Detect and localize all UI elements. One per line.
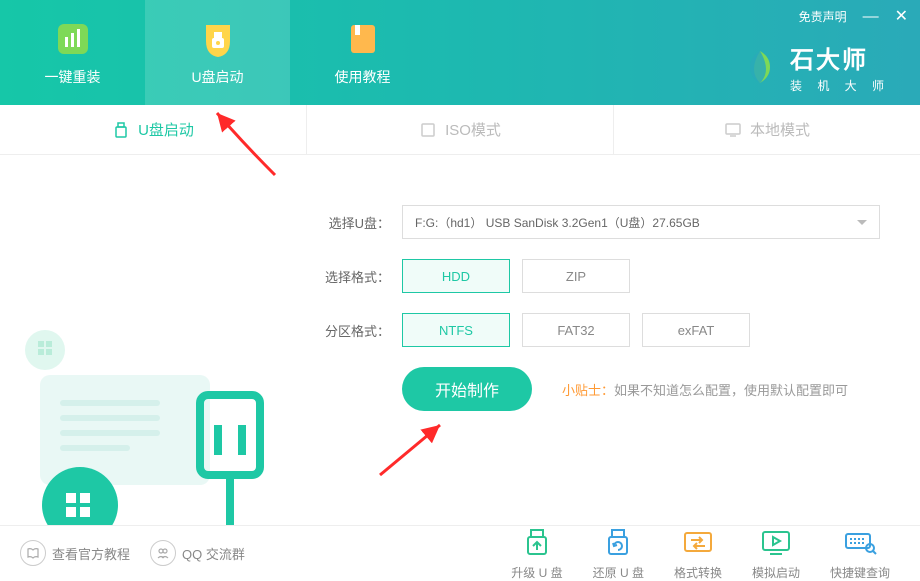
footer-qq-link[interactable]: QQ 交流群 (150, 540, 245, 566)
disk-value: F:G:（hd1） USB SanDisk 3.2Gen1（U盘）27.65GB (415, 214, 700, 231)
tool-hotkey[interactable]: 快捷键查询 (830, 526, 890, 581)
nav-tutorial[interactable]: 使用教程 (290, 0, 435, 105)
partition-exfat[interactable]: exFAT (642, 313, 750, 347)
nav-usb[interactable]: U盘启动 (145, 0, 290, 105)
nav-label: 使用教程 (335, 67, 391, 87)
tool-label: 模拟启动 (752, 564, 800, 581)
book-open-icon (20, 540, 46, 566)
tip-text: 小贴士：如果不知道怎么配置，使用默认配置即可 (562, 380, 848, 399)
brand-title: 石大师 (790, 40, 890, 75)
chart-icon (53, 19, 93, 59)
tool-label: 快捷键查询 (830, 564, 890, 581)
nav-reinstall[interactable]: 一键重装 (0, 0, 145, 105)
brand-logo: 石大师 装 机 大 师 (740, 40, 890, 94)
brand-subtitle: 装 机 大 师 (790, 77, 890, 94)
tool-restore[interactable]: 还原 U 盘 (593, 526, 644, 581)
tool-simulate[interactable]: 模拟启动 (752, 526, 800, 581)
nav-label: 一键重装 (45, 67, 101, 87)
disk-select[interactable]: F:G:（hd1） USB SanDisk 3.2Gen1（U盘）27.65GB (402, 205, 880, 239)
usb-refresh-icon (600, 526, 636, 558)
monitor-icon (724, 121, 742, 139)
monitor-play-icon (758, 526, 794, 558)
people-icon (150, 540, 176, 566)
partition-fat32[interactable]: FAT32 (522, 313, 630, 347)
decorative-art (0, 155, 300, 525)
tool-label: 升级 U 盘 (511, 564, 562, 581)
convert-icon (680, 526, 716, 558)
subtab-iso[interactable]: ISO模式 (307, 105, 614, 154)
footer-link-label: 查看官方教程 (52, 544, 130, 563)
shield-usb-icon (198, 19, 238, 59)
disk-label: 选择U盘： (320, 213, 390, 232)
format-zip[interactable]: ZIP (522, 259, 630, 293)
minimize-button[interactable]: — (863, 9, 879, 25)
subtab-label: U盘启动 (138, 119, 194, 140)
start-button[interactable]: 开始制作 (402, 367, 532, 411)
usb-icon (112, 121, 130, 139)
nav-label: U盘启动 (191, 67, 243, 87)
iso-icon (419, 121, 437, 139)
partition-label: 分区格式： (320, 321, 390, 340)
keyboard-search-icon (842, 526, 878, 558)
disclaimer-link[interactable]: 免责声明 (799, 8, 847, 25)
format-label: 选择格式： (320, 267, 390, 286)
subtab-local[interactable]: 本地模式 (614, 105, 920, 154)
subtab-usb[interactable]: U盘启动 (0, 105, 307, 154)
close-button[interactable]: ✕ (895, 9, 908, 25)
tool-upgrade[interactable]: 升级 U 盘 (511, 526, 562, 581)
partition-ntfs[interactable]: NTFS (402, 313, 510, 347)
footer-link-label: QQ 交流群 (182, 544, 245, 563)
format-hdd[interactable]: HDD (402, 259, 510, 293)
tool-label: 格式转换 (674, 564, 722, 581)
tip-label: 小贴士： (562, 383, 614, 398)
book-icon (343, 19, 383, 59)
footer-tutorial-link[interactable]: 查看官方教程 (20, 540, 130, 566)
subtab-label: 本地模式 (750, 119, 810, 140)
tool-convert[interactable]: 格式转换 (674, 526, 722, 581)
usb-up-icon (519, 526, 555, 558)
subtab-label: ISO模式 (445, 119, 501, 140)
tool-label: 还原 U 盘 (593, 564, 644, 581)
